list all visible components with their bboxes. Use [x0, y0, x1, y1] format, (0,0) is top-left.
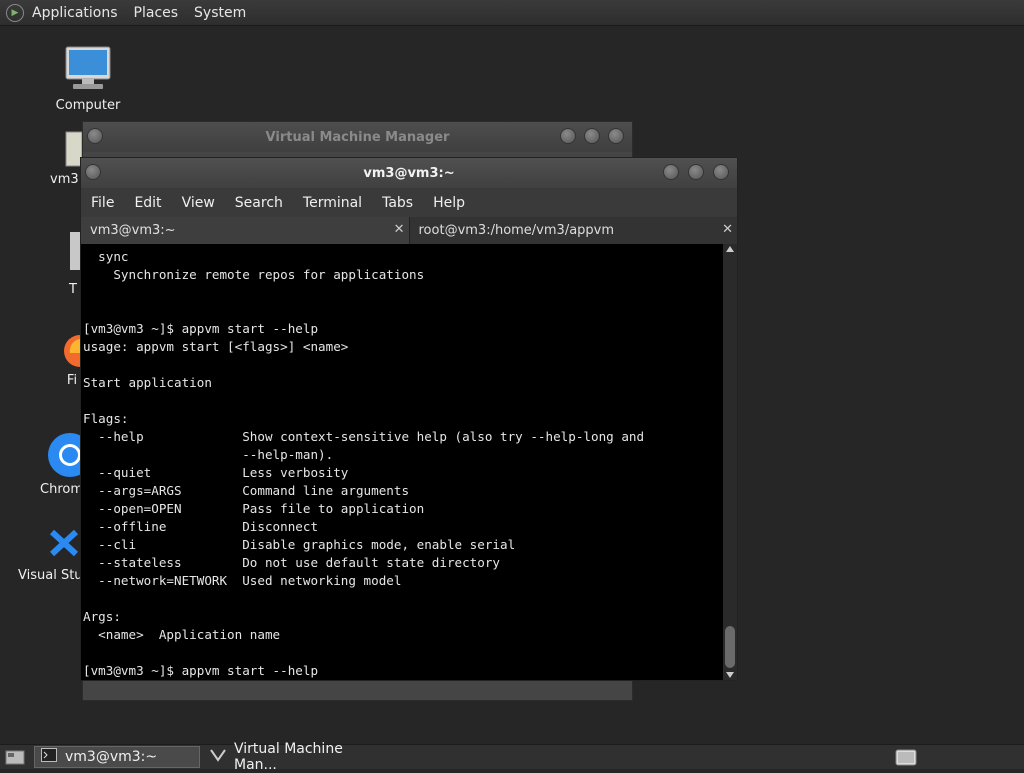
task-terminal[interactable]: vm3@vm3:~	[34, 746, 200, 768]
vmm-icon	[210, 748, 226, 766]
terminal-tabs: vm3@vm3:~ ✕ root@vm3:/home/vm3/appvm ✕	[81, 217, 737, 244]
computer-icon	[65, 46, 111, 89]
desktop-icon-label: vm3	[50, 172, 79, 187]
menu-places[interactable]: Places	[134, 5, 179, 21]
terminal-titlebar[interactable]: vm3@vm3:~	[81, 158, 737, 188]
distro-logo-icon[interactable]: ▶	[6, 3, 24, 22]
desktop-icon-trash[interactable]: T	[66, 230, 80, 297]
terminal-output: sync Synchronize remote repos for applic…	[83, 249, 645, 678]
vmm-menu-button-icon[interactable]	[87, 128, 103, 144]
close-tab-icon[interactable]: ✕	[394, 222, 405, 237]
desktop-icon-computer[interactable]: Computer	[55, 44, 121, 113]
tab-root-appvm[interactable]: root@vm3:/home/vm3/appvm ✕	[409, 217, 737, 244]
menu-search[interactable]: Search	[235, 195, 283, 211]
close-tab-icon[interactable]: ✕	[722, 222, 733, 237]
scroll-down-icon[interactable]	[726, 672, 734, 678]
menu-edit[interactable]: Edit	[134, 195, 161, 211]
desktop-icon-label: Visual Stud	[18, 568, 91, 583]
terminal-close-button[interactable]	[713, 164, 729, 180]
terminal-output-area[interactable]: sync Synchronize remote repos for applic…	[81, 244, 723, 680]
terminal-minimize-button[interactable]	[663, 164, 679, 180]
terminal-menu-button-icon[interactable]	[85, 164, 101, 180]
vscode-icon	[49, 529, 79, 557]
desktop-icon-label: Computer	[55, 98, 121, 113]
vmm-close-button[interactable]	[608, 128, 624, 144]
scroll-up-icon[interactable]	[726, 246, 734, 252]
terminal-scrollbar[interactable]	[723, 244, 737, 680]
vmm-minimize-button[interactable]	[560, 128, 576, 144]
tab-label: vm3@vm3:~	[90, 223, 176, 238]
menu-system[interactable]: System	[194, 5, 246, 21]
top-panel: ▶ Applications Places System	[0, 0, 1024, 26]
workspace-switcher-icon[interactable]	[894, 747, 918, 767]
vmm-maximize-button[interactable]	[584, 128, 600, 144]
taskbar: vm3@vm3:~ Virtual Machine Man...	[0, 741, 1024, 773]
terminal-icon	[41, 748, 57, 766]
desktop-icon-label: Fi	[66, 373, 78, 388]
firefox-icon	[64, 335, 80, 367]
menu-terminal[interactable]: Terminal	[303, 195, 362, 211]
vmm-title: Virtual Machine Manager	[265, 129, 450, 145]
task-label: Virtual Machine Man...	[234, 741, 343, 773]
task-virtual-machine-manager[interactable]: Virtual Machine Man...	[204, 741, 374, 773]
chrome-icon	[48, 433, 92, 477]
desktop-icon-label: T	[69, 282, 77, 297]
desktop-icon-chrome[interactable]: Chrom	[40, 430, 92, 497]
desktop-icon-firefox[interactable]: Fi	[64, 333, 80, 388]
tab-label: root@vm3:/home/vm3/appvm	[418, 223, 615, 238]
desktop-icon-label: Chrom	[40, 482, 83, 497]
terminal-window[interactable]: vm3@vm3:~ File Edit View Search Terminal…	[80, 157, 738, 681]
menu-file[interactable]: File	[91, 195, 114, 211]
terminal-maximize-button[interactable]	[688, 164, 704, 180]
home-folder-icon	[65, 131, 83, 167]
menu-applications[interactable]: Applications	[32, 5, 118, 21]
desktop-icon-home[interactable]: vm3	[50, 128, 83, 187]
menu-help[interactable]: Help	[433, 195, 465, 211]
terminal-title: vm3@vm3:~	[363, 165, 455, 181]
scrollbar-thumb[interactable]	[725, 626, 735, 668]
trash-icon	[70, 232, 80, 270]
show-desktop-icon[interactable]	[2, 746, 28, 768]
menu-view[interactable]: View	[182, 195, 215, 211]
tab-vm3-home[interactable]: vm3@vm3:~ ✕	[81, 217, 410, 244]
terminal-menubar: File Edit View Search Terminal Tabs Help	[81, 188, 737, 217]
vmm-titlebar[interactable]: Virtual Machine Manager	[83, 122, 632, 152]
task-label: vm3@vm3:~	[65, 749, 158, 765]
menu-tabs[interactable]: Tabs	[382, 195, 413, 211]
desktop-icon-vscode[interactable]: Visual Stud	[18, 524, 91, 583]
